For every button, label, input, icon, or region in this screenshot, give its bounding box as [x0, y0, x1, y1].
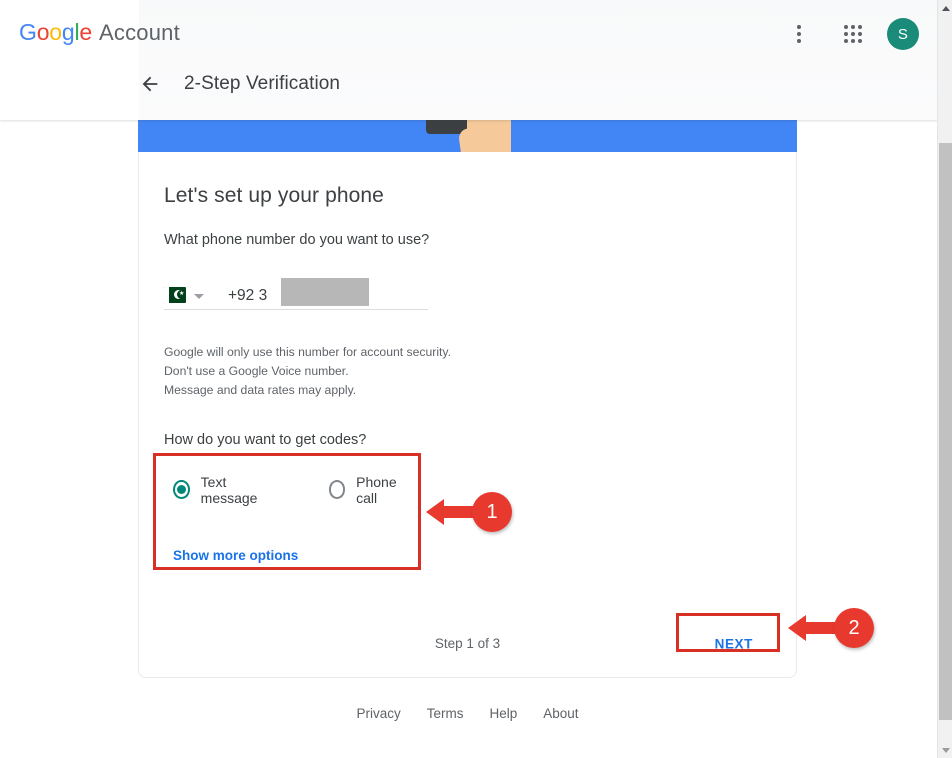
- note-line-2: Don't use a Google Voice number.: [164, 363, 349, 378]
- product-name: Account: [99, 20, 180, 45]
- header-left-panel: [0, 0, 139, 120]
- setup-card: Let's set up your phone What phone numbe…: [138, 152, 797, 678]
- footer-link-about[interactable]: About: [543, 706, 578, 721]
- step-indicator: Step 1 of 3: [434, 636, 501, 651]
- country-code-value: +92: [228, 287, 255, 304]
- page-header-row: 2-Step Verification: [138, 72, 340, 96]
- codes-question-label: How do you want to get codes?: [164, 431, 367, 448]
- note-line-1: Google will only use this number for acc…: [164, 345, 451, 359]
- google-apps-button[interactable]: [833, 14, 873, 54]
- annotation-marker-1: 1: [424, 492, 512, 532]
- show-more-options-link[interactable]: Show more options: [173, 548, 298, 563]
- radio-selected-icon: [173, 480, 190, 500]
- apps-grid-icon: [844, 25, 862, 43]
- radio-label-text-message: Text message: [200, 473, 258, 506]
- note-line-3: Message and data rates may apply.: [164, 382, 357, 397]
- country-select-chevron-down-icon[interactable]: [194, 294, 204, 299]
- logo-letter-g2: g: [61, 19, 75, 45]
- next-button[interactable]: NEXT: [698, 627, 770, 660]
- radio-label-phone-call: Phone call: [356, 473, 397, 506]
- footer-link-terms[interactable]: Terms: [427, 706, 464, 721]
- page-title: 2-Step Verification: [184, 73, 341, 94]
- back-arrow-icon[interactable]: [138, 72, 162, 96]
- page-footer-links: Privacy Terms Help About: [138, 706, 797, 721]
- google-account-brand[interactable]: Google Account: [19, 19, 180, 46]
- annotation-number-1: 1: [472, 492, 512, 532]
- page-heading: Let's set up your phone: [164, 184, 384, 207]
- avatar[interactable]: S: [887, 18, 919, 50]
- country-code-text: +92 3: [228, 287, 267, 305]
- footer-link-help[interactable]: Help: [489, 706, 517, 721]
- phone-note: Google will only use this number for acc…: [164, 343, 771, 400]
- google-logo-icon: Google: [19, 19, 92, 46]
- left-arrow-icon: [426, 499, 476, 525]
- app-root: Google Account 2-Step Verification S Let…: [0, 0, 952, 758]
- card-footer: Step 1 of 3 NEXT: [139, 636, 796, 651]
- more-options-button[interactable]: [779, 14, 819, 54]
- scroll-down-arrow-icon[interactable]: [938, 742, 952, 758]
- logo-letter-o1: o: [36, 19, 50, 45]
- scroll-up-arrow-icon[interactable]: [938, 0, 952, 16]
- get-codes-options: Text message Phone call Show more option…: [164, 466, 420, 573]
- top-header-bar: Google Account 2-Step Verification S: [0, 0, 937, 120]
- annotation-marker-2: 2: [786, 608, 874, 648]
- footer-link-privacy[interactable]: Privacy: [356, 706, 400, 721]
- vertical-scrollbar[interactable]: [937, 0, 952, 758]
- annotation-number-2: 2: [834, 608, 874, 648]
- country-flag-icon-pakistan: ★: [164, 287, 186, 303]
- phone-question-label: What phone number do you want to use?: [164, 232, 430, 248]
- logo-letter-g: G: [19, 19, 37, 45]
- phone-input-row[interactable]: ★ +92 3: [164, 278, 428, 310]
- radio-unselected-icon: [328, 480, 346, 500]
- scrollbar-thumb[interactable]: [939, 143, 952, 720]
- logo-letter-e: e: [79, 19, 92, 45]
- header-actions: S: [779, 14, 919, 54]
- left-arrow-icon: [788, 615, 838, 641]
- radio-option-phone-call[interactable]: Phone call: [328, 473, 411, 506]
- radio-group: Text message Phone call: [173, 474, 411, 506]
- phone-number-redaction: [281, 278, 369, 306]
- thumb-illustration: [457, 126, 487, 152]
- logo-letter-o2: o: [49, 19, 62, 45]
- kebab-menu-icon: [797, 25, 801, 43]
- phone-partial-value: 3: [258, 287, 268, 304]
- radio-option-text-message[interactable]: Text message: [173, 474, 274, 506]
